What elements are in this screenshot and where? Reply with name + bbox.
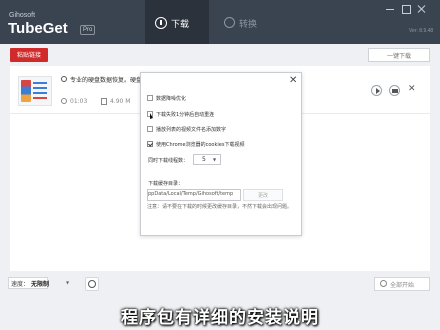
video-caption: 程序包有详细的安装说明 (121, 308, 319, 328)
threads-label: 同时下载线程数： (148, 158, 189, 164)
paste-link-label[interactable]: 粘贴链接 (10, 50, 48, 59)
mouse-cursor-icon (150, 113, 153, 119)
thumbnail-text-line (33, 87, 47, 89)
folder-icon[interactable] (389, 85, 400, 96)
cache-dir-label: 下载缓存目录： (148, 181, 184, 187)
tab-download-label[interactable]: 下载 (171, 17, 189, 30)
video-title: 专业的硬盘数据恢复。硬盘 (70, 77, 143, 84)
remove-item-icon[interactable]: ✕ (408, 84, 416, 94)
download-all-label[interactable]: 一键下载 (368, 51, 430, 60)
threads-select[interactable] (193, 154, 221, 165)
cache-dir-value[interactable]: ppData/Local/Temp/Gihosoft/temp (148, 191, 240, 197)
brand-small: Gihosoft (9, 12, 36, 19)
thumbnail-text-line (33, 82, 47, 84)
convert-icon (224, 17, 235, 28)
speed-label: 速度： (11, 281, 30, 288)
option-checkbox-chrome-cookies[interactable] (147, 141, 153, 147)
threads-value[interactable]: 5 (202, 156, 206, 163)
minimize-icon[interactable] (385, 4, 395, 14)
option-label-chrome-cookies: 使用Chrome浏览器的cookies下载视频 (156, 142, 245, 148)
thumbnail-text-line (33, 97, 47, 99)
dialog-close-icon[interactable]: ✕ (289, 75, 297, 86)
cache-note: 注意：请不要在下载的时候更改缓存目录，不然下载会出现问题。 (147, 204, 293, 210)
start-all-label[interactable]: 全部开始 (390, 280, 414, 289)
speed-chevron-icon[interactable]: ▼ (66, 280, 69, 285)
option-label-noise-reduction: 数据降噪优化 (156, 96, 187, 102)
video-size: 4.90 M (110, 98, 131, 105)
video-icon (61, 76, 67, 82)
maximize-icon[interactable] (401, 4, 411, 14)
option-checkbox-noise-reduction[interactable] (147, 95, 153, 101)
play-icon[interactable] (371, 85, 382, 96)
video-duration: 01:03 (70, 98, 88, 105)
close-window-icon[interactable] (417, 4, 427, 14)
download-icon (155, 17, 167, 29)
option-checkbox-number-prefix[interactable] (147, 126, 153, 132)
app-logo: TubeGet (8, 20, 68, 37)
chevron-down-icon[interactable]: ▼ (213, 157, 216, 162)
version-label: Ver: 8.9.48 (409, 28, 434, 34)
thumbnail-logo-icon (21, 80, 31, 102)
option-label-auto-reconnect: 下载失败1分钟后自动重连 (156, 112, 215, 118)
pro-badge: Pro (80, 25, 96, 35)
change-dir-label[interactable]: 更改 (243, 192, 283, 199)
file-size-icon (101, 98, 107, 105)
speed-value[interactable]: 无限制 (31, 279, 49, 288)
history-icon (88, 280, 96, 288)
clock-icon (61, 98, 67, 104)
tab-convert[interactable]: 转换 (239, 17, 257, 30)
thumbnail-text-line (33, 92, 47, 94)
start-all-icon (380, 280, 387, 287)
option-label-number-prefix: 播放列表的视频文件名添加数字 (156, 127, 227, 133)
